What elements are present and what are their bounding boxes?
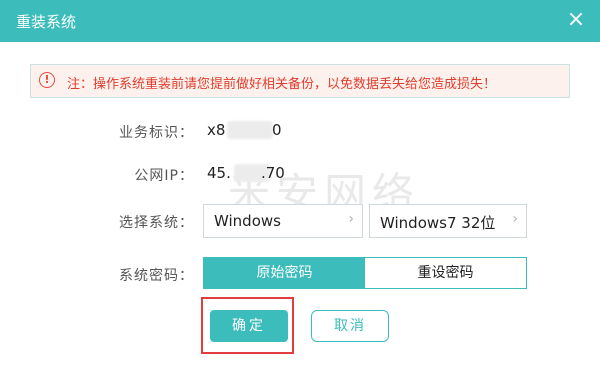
business-id-suffix: 0	[272, 121, 282, 139]
business-id-label: 业务标识：	[119, 125, 194, 141]
cancel-button[interactable]: 取消	[311, 310, 389, 342]
public-ip-label: 公网IP：	[134, 168, 194, 184]
select-system-label: 选择系统：	[119, 215, 194, 231]
chevron-right-icon: ›	[348, 211, 354, 227]
os-version-select[interactable]: Windows7 32位 ›	[369, 204, 527, 238]
notice-text: 注：操作系统重装前请您提前做好相关备份，以免数据丢失给您造成损失！	[67, 77, 497, 92]
dialog-titlebar: 重装系统 ×	[0, 0, 600, 42]
os-family-select[interactable]: Windows ›	[203, 204, 363, 238]
warning-notice: ! 注：操作系统重装前请您提前做好相关备份，以免数据丢失给您造成损失！	[30, 64, 570, 98]
tab-reset-password[interactable]: 重设密码	[365, 258, 526, 288]
system-password-label: 系统密码：	[119, 268, 194, 284]
business-id-redacted	[227, 121, 273, 139]
password-mode-tabs: 原始密码 重设密码	[203, 257, 527, 289]
tab-original-password[interactable]: 原始密码	[204, 258, 365, 288]
os-version-value: Windows7 32位	[380, 214, 496, 232]
warning-circle-icon: !	[39, 72, 55, 88]
public-ip-suffix: .70	[261, 164, 285, 182]
close-icon[interactable]: ×	[564, 8, 588, 32]
public-ip-prefix: 45.	[207, 164, 231, 182]
confirm-button[interactable]: 确定	[210, 310, 288, 342]
chevron-right-icon: ›	[512, 211, 518, 227]
os-family-value: Windows	[214, 212, 281, 230]
business-id-prefix: x8	[207, 121, 226, 139]
dialog-title: 重装系统	[16, 13, 77, 31]
